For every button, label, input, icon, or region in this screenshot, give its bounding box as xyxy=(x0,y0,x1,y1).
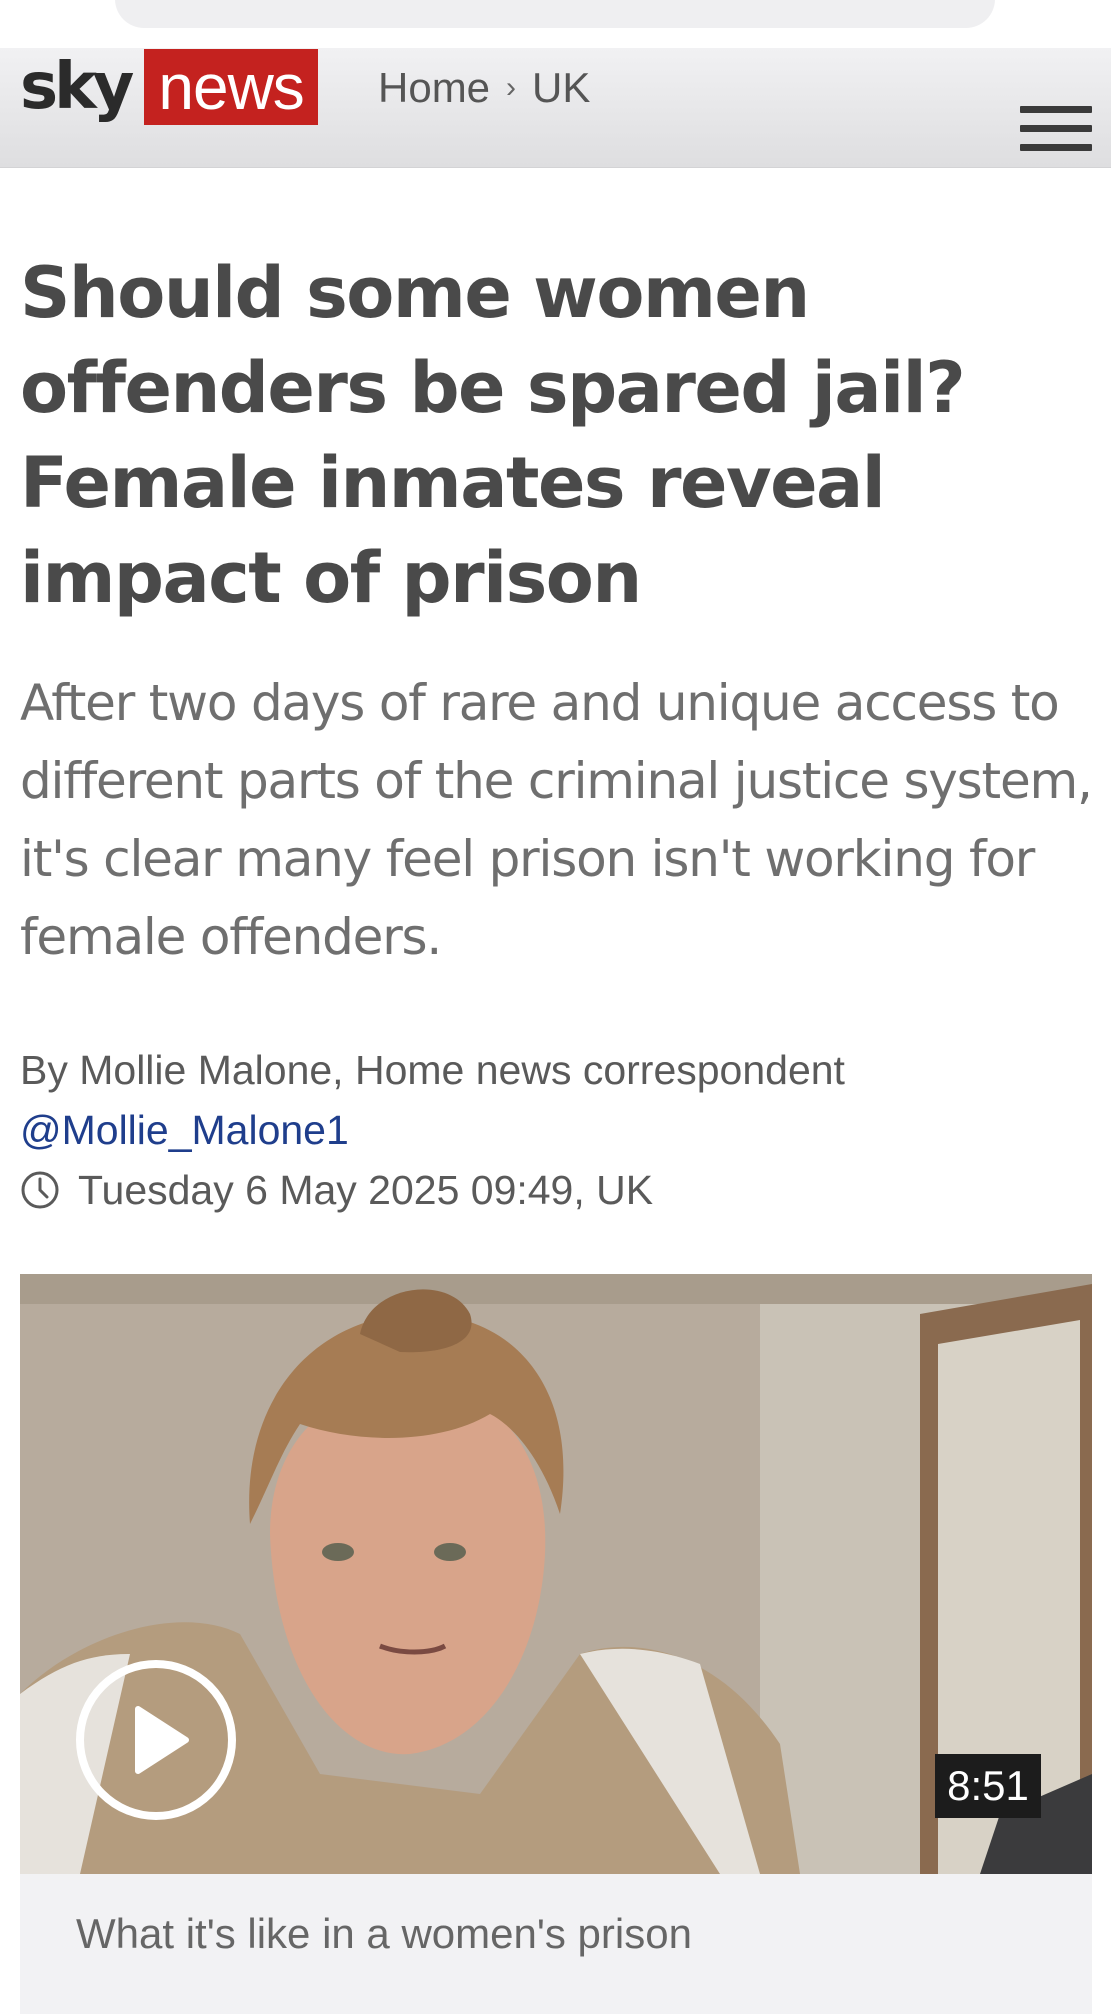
play-button[interactable] xyxy=(76,1660,236,1820)
timestamp-text: Tuesday 6 May 2025 09:49, UK xyxy=(78,1166,654,1213)
browser-top-strip xyxy=(0,0,1111,48)
article-headline: Should some women offenders be spared ja… xyxy=(20,252,966,619)
logo-sky-text: sky xyxy=(20,50,134,124)
video-duration-badge: 8:51 xyxy=(935,1754,1041,1818)
breadcrumb-uk-link[interactable]: UK xyxy=(532,64,590,112)
chevron-right-icon: › xyxy=(506,71,517,104)
clock-icon xyxy=(21,1171,59,1209)
breadcrumb-home-link[interactable]: Home xyxy=(378,64,490,112)
article-byline: By Mollie Malone, Home news corresponden… xyxy=(20,1047,845,1093)
breadcrumb: Home › UK xyxy=(378,62,590,114)
play-icon xyxy=(135,1706,189,1774)
author-twitter-link[interactable]: @Mollie_Malone1 xyxy=(20,1100,349,1160)
video-player[interactable]: 8:51 xyxy=(20,1274,1092,1874)
address-bar[interactable] xyxy=(115,0,995,28)
video-caption-box: What it's like in a women's prison xyxy=(20,1874,1092,2014)
hamburger-menu-icon[interactable] xyxy=(1020,106,1092,160)
video-caption: What it's like in a women's prison xyxy=(76,1910,692,1957)
sky-news-logo[interactable]: sky news xyxy=(20,48,318,126)
logo-news-text: news xyxy=(144,49,318,125)
masthead: sky news Home › UK xyxy=(0,48,1111,168)
article-standfirst: After two days of rare and unique access… xyxy=(20,674,1093,966)
article-timestamp: Tuesday 6 May 2025 09:49, UK xyxy=(20,1160,653,1220)
